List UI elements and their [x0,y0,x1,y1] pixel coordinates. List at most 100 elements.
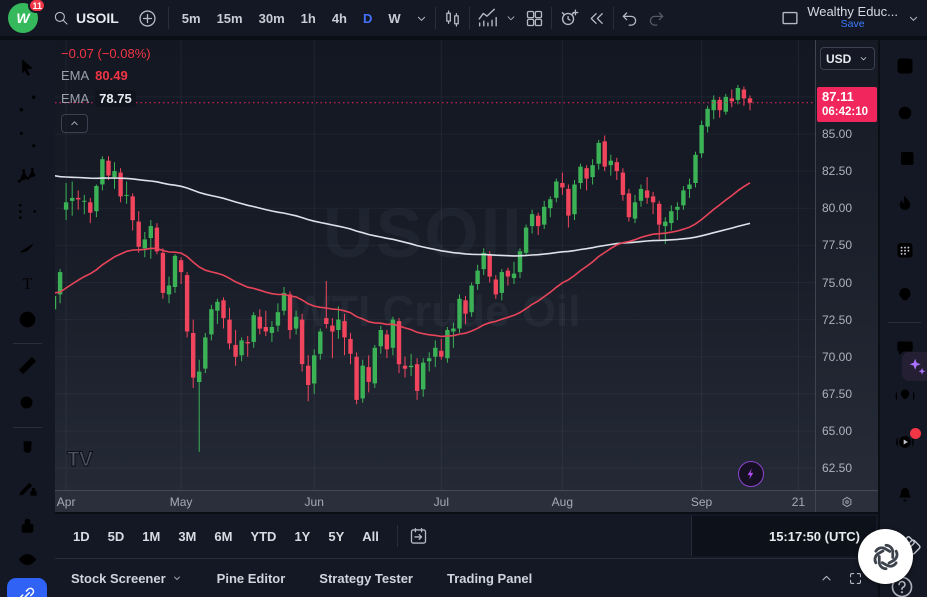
range-group: 1D5D1M3M6MYTD1Y5YAll [65,524,387,549]
hide-drawings-icon[interactable] [14,546,41,573]
notes-icon[interactable] [891,144,918,171]
last-price-value: 87.11 [822,89,877,105]
stream-live-dot [910,428,921,439]
chevron-down-icon[interactable] [414,11,429,26]
ai-sparkle-badge[interactable] [902,352,927,381]
go-to-date-icon[interactable] [408,526,429,547]
divider [888,322,921,323]
watchlist-icon[interactable] [891,52,918,79]
price-tick: 80.00 [822,201,852,215]
panel-collapse-chevron-icon[interactable] [818,570,835,587]
layout-chevron-icon[interactable] [906,11,921,26]
chart-pane[interactable]: USOIL WTI Crude Oil −0.07 (−0.08%) EMA 8… [55,40,815,490]
divider [168,7,169,29]
chatgpt-logo-icon [868,539,904,575]
clock-label: 15:17:50 (UTC) [769,529,860,544]
date-axis[interactable]: AprMayJunJulAugSep21 [55,490,878,512]
timeframe-4h[interactable]: 4h [325,7,354,30]
timeframe-D[interactable]: D [356,7,379,30]
range-toolbar: 1D5D1M3M6MYTD1Y5YAll 15:17:50 (UTC) [55,512,878,558]
alerts-icon[interactable] [891,98,918,125]
xabcd-pattern-tool-icon[interactable] [14,162,41,189]
layout-grid-icon[interactable] [524,8,545,29]
emoji-tool-icon[interactable] [14,306,41,333]
status-item-stock-screener[interactable]: Stock Screener [71,571,183,586]
chatgpt-floating-button[interactable] [858,529,913,584]
timeframe-30m[interactable]: 30m [252,7,292,30]
magnet-tool-icon[interactable] [14,436,41,463]
currency-dropdown[interactable]: USD [820,47,875,70]
right-sidebar [878,40,927,597]
price-axis[interactable]: USD 87.11 06:42:10 87.5085.0082.5080.007… [815,40,878,490]
alert-add-icon[interactable] [558,7,580,29]
price-tick: 85.00 [822,127,852,141]
status-item-trading-panel[interactable]: Trading Panel [447,571,532,586]
collapse-legend-button[interactable] [61,114,88,133]
ema-fast-legend-row[interactable]: EMA 80.49 [61,68,151,83]
compare-add-icon[interactable] [137,8,158,29]
clock-panel[interactable]: 15:17:50 (UTC) [691,516,876,556]
bar-replay-icon[interactable] [586,8,607,29]
range-6m[interactable]: 6M [206,524,240,549]
candlestick-chart[interactable] [55,40,815,490]
range-1d[interactable]: 1D [65,524,98,549]
live-ideas-icon[interactable] [891,382,918,409]
range-ytd[interactable]: YTD [242,524,284,549]
ideas-icon[interactable] [891,282,918,309]
timeframe-5m[interactable]: 5m [175,7,208,30]
trend-line-tool-icon[interactable] [14,90,41,117]
fib-retracement-tool-icon[interactable] [14,126,41,153]
measure-tool-icon[interactable] [14,352,41,379]
axis-settings-cell[interactable] [815,491,878,513]
save-label: Save [841,19,865,31]
price-change-label: −0.07 (−0.08%) [61,46,151,61]
calendar-icon[interactable] [891,236,918,263]
instant-order-bolt-button[interactable] [738,461,764,487]
price-tick: 67.50 [822,387,852,401]
ema-fast-value: 80.49 [95,68,128,83]
divider [613,7,614,29]
cursor-tool-icon[interactable] [14,54,41,81]
lock-drawings-icon[interactable] [14,512,41,539]
candles-style-icon[interactable] [442,8,463,29]
account-avatar[interactable]: W 11 [8,3,38,33]
hotlists-icon[interactable] [891,190,918,217]
undo-icon[interactable] [620,8,640,28]
ema-slow-legend-row[interactable]: EMA 78.75 [61,90,151,107]
indicators-chevron-icon[interactable] [504,11,518,25]
ema-slow-value: 78.75 [95,90,136,107]
search-icon [52,9,70,27]
range-1m[interactable]: 1M [134,524,168,549]
stay-in-drawing-mode-icon[interactable] [14,474,41,501]
timeframe-group: 5m15m30m1h4hDW [175,7,408,30]
range-3m[interactable]: 3M [170,524,204,549]
indicators-icon[interactable] [476,7,498,29]
object-tree-link-button[interactable] [7,578,47,597]
status-item-strategy-tester[interactable]: Strategy Tester [319,571,413,586]
tradingview-logo[interactable]: TV [67,448,92,472]
symbol-search-button[interactable]: USOIL [44,4,127,32]
divider [397,525,398,547]
forecast-tool-icon[interactable] [14,198,41,225]
redo-icon[interactable] [646,8,666,28]
zoom-in-tool-icon[interactable] [14,390,41,417]
currency-label: USD [826,52,851,66]
range-5d[interactable]: 5D [100,524,133,549]
price-tick: 77.50 [822,238,852,252]
brush-tool-icon[interactable] [14,234,41,261]
layout-name: Wealthy Educ... [807,5,898,19]
range-1y[interactable]: 1Y [286,524,318,549]
panel-expand-icon[interactable] [847,570,864,587]
timeframe-1h[interactable]: 1h [294,7,323,30]
layout-name-button[interactable]: Wealthy Educ... Save [807,5,898,31]
timeframe-15m[interactable]: 15m [210,7,250,30]
text-tool-icon[interactable]: T [14,270,41,297]
timeframe-W[interactable]: W [381,7,407,30]
range-5y[interactable]: 5Y [320,524,352,549]
save-layout-icon[interactable] [779,7,801,29]
price-tick: 70.00 [822,350,852,364]
status-item-pine-editor[interactable]: Pine Editor [217,571,286,586]
notifications-bell-icon[interactable] [891,478,918,505]
top-toolbar: W 11 USOIL 5m15m30m1h4hDW Wealthy Educ..… [0,0,927,40]
range-all[interactable]: All [354,524,387,549]
